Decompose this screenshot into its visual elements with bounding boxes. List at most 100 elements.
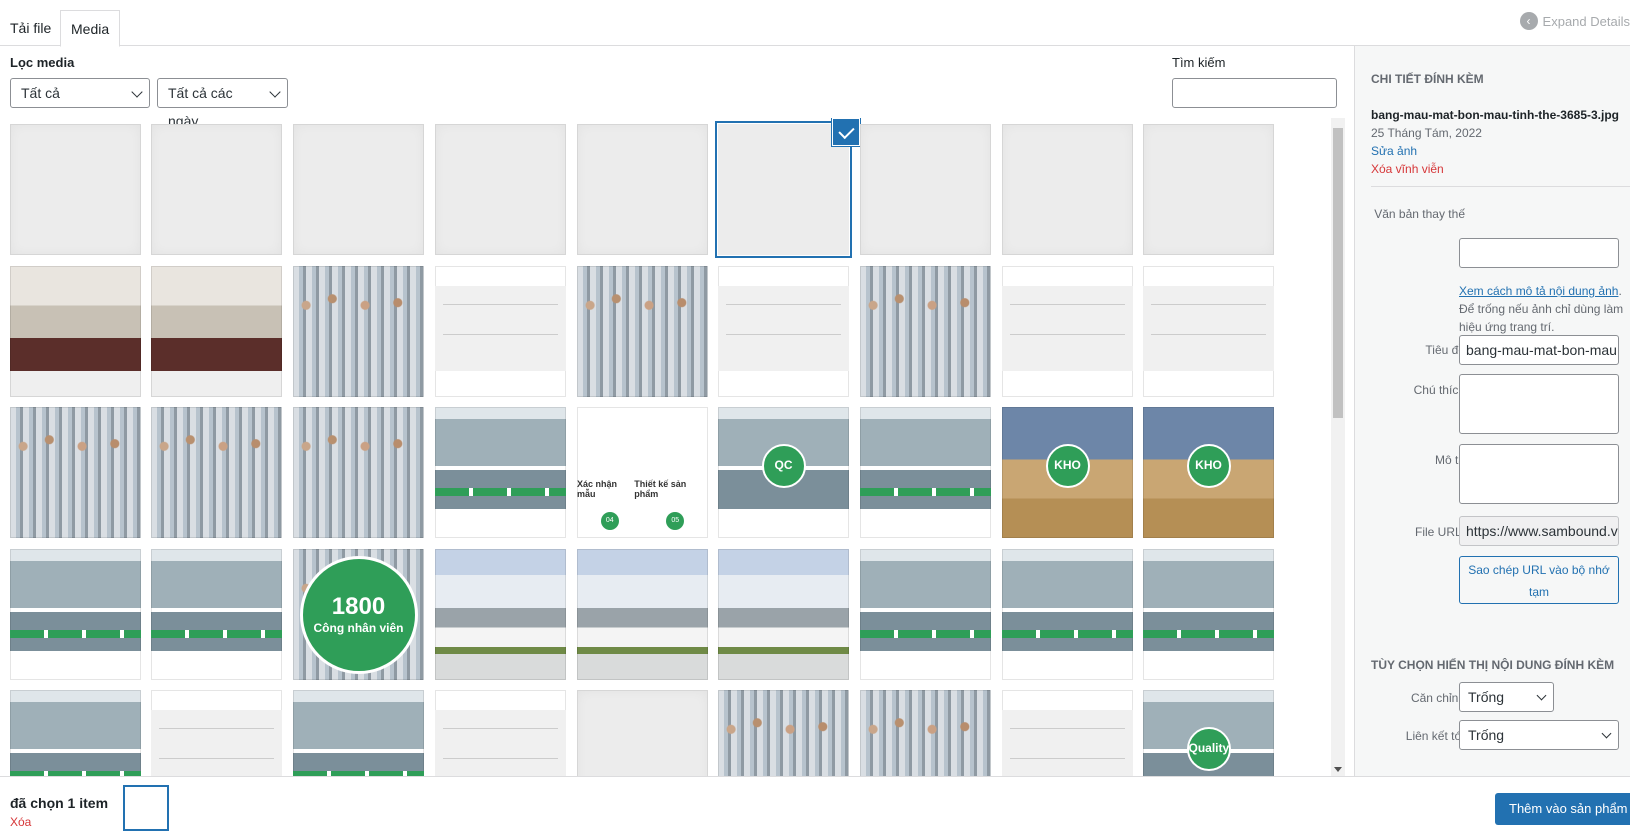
attachment-thumbnail[interactable] — [860, 407, 991, 538]
alignment-select[interactable]: Trống — [1459, 682, 1554, 712]
insert-into-product-button[interactable]: Thêm vào sản phẩm — [1495, 793, 1630, 825]
selected-check-icon[interactable] — [832, 118, 860, 146]
attachment-thumbnail[interactable] — [293, 266, 424, 397]
attachment-thumbnail[interactable] — [151, 407, 282, 538]
attachment-thumbnail[interactable] — [718, 266, 849, 397]
thumbnail-band — [151, 710, 282, 776]
thumbnail-badge: QC — [761, 443, 806, 488]
step-number: 04 — [600, 512, 619, 530]
scroll-down-arrow-icon[interactable] — [1334, 767, 1342, 772]
attachment-thumbnail[interactable] — [293, 407, 424, 538]
attachment-thumbnail[interactable] — [435, 690, 566, 776]
search-input[interactable] — [1172, 78, 1337, 108]
media-type-select[interactable]: Tất cả — [10, 78, 150, 108]
describe-image-link[interactable]: Xem cách mô tả nội dung ảnh — [1459, 284, 1618, 298]
grid-scrollbar[interactable] — [1331, 118, 1345, 776]
chevron-down-icon — [1536, 690, 1547, 701]
clear-selection-link[interactable]: Xóa — [10, 815, 31, 829]
media-modal-tabbar: Tải file Media ‹ Expand Details — [0, 0, 1630, 47]
attachment-thumbnail[interactable] — [1143, 266, 1274, 397]
copy-url-button[interactable]: Sao chép URL vào bộ nhớ tạm — [1459, 556, 1619, 604]
attachment-thumbnail[interactable]: QC — [718, 407, 849, 538]
attachments-grid: Xác nhận mẫu Thiết kế sản phẩm 04 05 QC KHO KH… — [0, 118, 1340, 776]
search-label: Tìm kiếm — [1172, 55, 1226, 70]
scrollbar-thumb[interactable] — [1333, 128, 1343, 418]
attachment-thumbnail[interactable] — [718, 124, 849, 255]
attachment-thumbnail[interactable] — [10, 549, 141, 680]
attachment-thumbnail[interactable] — [293, 124, 424, 255]
attachment-thumbnail[interactable]: KHO — [1002, 407, 1133, 538]
attachment-thumbnail[interactable] — [10, 407, 141, 538]
attachment-thumbnail[interactable] — [718, 549, 849, 680]
attachment-thumbnail[interactable] — [860, 124, 991, 255]
attachment-thumbnail[interactable] — [860, 549, 991, 680]
thumbnail-lines — [1010, 304, 1125, 305]
link-to-select[interactable]: Trống — [1459, 720, 1619, 750]
delete-permanently-link[interactable]: Xóa vĩnh viễn — [1371, 162, 1444, 176]
alignment-label: Căn chỉnh — [1410, 691, 1465, 705]
thumbnail-band — [718, 286, 849, 371]
attachment-thumbnail[interactable] — [435, 407, 566, 538]
attachment-thumbnail[interactable] — [435, 124, 566, 255]
file-url-field[interactable]: https://www.sambound.vi — [1459, 516, 1619, 546]
attachment-filename: bang-mau-mat-bon-mau-tinh-the-3685-3.jpg — [1371, 108, 1619, 122]
thumbnail-lines — [443, 304, 558, 305]
attachment-thumbnail[interactable] — [577, 266, 708, 397]
thumbnail-badge: KHO — [1045, 443, 1090, 488]
attachment-thumbnail[interactable] — [577, 690, 708, 776]
attachment-date: 25 Tháng Tám, 2022 — [1371, 126, 1482, 140]
caption-label: Chú thích — [1413, 383, 1465, 397]
attachment-thumbnail[interactable] — [1143, 549, 1274, 680]
thumbnail-stat-circle: 1800 Công nhân viên — [299, 555, 418, 674]
attachment-thumbnail[interactable] — [10, 690, 141, 776]
title-label: Tiêu đề — [1425, 343, 1465, 357]
step-label: Xác nhận mẫu — [577, 479, 618, 499]
attachment-thumbnail[interactable]: Quality team — [1143, 690, 1274, 776]
attachment-thumbnail[interactable] — [1002, 690, 1133, 776]
thumbnail-lines — [1010, 728, 1125, 729]
description-field[interactable] — [1459, 444, 1619, 504]
attachment-thumbnail[interactable] — [860, 690, 991, 776]
expand-details-toggle[interactable]: ‹ Expand Details — [1519, 12, 1630, 30]
thumbnail-band — [435, 286, 566, 371]
thumbnail-band — [1143, 286, 1274, 371]
thumbnail-badge: KHO — [1186, 443, 1231, 488]
attachment-thumbnail[interactable] — [10, 266, 141, 397]
attachment-thumbnail[interactable] — [1002, 124, 1133, 255]
media-date-select[interactable]: Tất cả các ngày — [157, 78, 288, 129]
attachment-thumbnail[interactable] — [860, 266, 991, 397]
attachment-thumbnail[interactable] — [1002, 549, 1133, 680]
attachment-thumbnail[interactable]: KHO — [1143, 407, 1274, 538]
attachment-thumbnail[interactable] — [10, 124, 141, 255]
stat-caption: Công nhân viên — [313, 620, 404, 635]
attachment-thumbnail[interactable] — [151, 549, 282, 680]
expand-details-label: Expand Details — [1542, 13, 1630, 29]
tab-upload-files[interactable]: Tải file — [0, 10, 61, 46]
alt-text-help: Xem cách mô tả nội dung ảnh. Để trống nế… — [1459, 282, 1624, 336]
attachment-thumbnail[interactable] — [293, 690, 424, 776]
caption-field[interactable] — [1459, 374, 1619, 434]
attachment-thumbnail[interactable] — [151, 124, 282, 255]
chevron-down-icon — [1601, 728, 1612, 739]
attachment-thumbnail[interactable] — [577, 124, 708, 255]
step-label: Thiết kế sản phẩm — [634, 479, 687, 499]
step-number: 05 — [666, 512, 685, 530]
attachment-thumbnail[interactable]: Xác nhận mẫu Thiết kế sản phẩm 04 05 — [577, 407, 708, 538]
tab-media-library[interactable]: Media — [60, 10, 121, 47]
attachment-thumbnail[interactable] — [1143, 124, 1274, 255]
details-heading: CHI TIẾT ĐÍNH KÈM — [1371, 72, 1484, 86]
attachment-thumbnail[interactable] — [435, 266, 566, 397]
alt-text-field[interactable] — [1459, 238, 1619, 268]
attachment-thumbnail[interactable] — [151, 266, 282, 397]
attachment-thumbnail[interactable] — [577, 549, 708, 680]
title-field[interactable]: bang-mau-mat-bon-mau — [1459, 335, 1619, 365]
attachment-thumbnail[interactable]: 1800 Công nhân viên — [293, 549, 424, 680]
alignment-value: Trống — [1468, 689, 1505, 705]
attachment-thumbnail[interactable] — [718, 690, 849, 776]
thumbnail-band — [1002, 710, 1133, 776]
selected-attachment-thumbnail[interactable] — [123, 785, 169, 831]
attachment-thumbnail[interactable] — [1002, 266, 1133, 397]
attachment-thumbnail[interactable] — [151, 690, 282, 776]
edit-image-link[interactable]: Sửa ảnh — [1371, 144, 1417, 158]
attachment-thumbnail[interactable] — [435, 549, 566, 680]
